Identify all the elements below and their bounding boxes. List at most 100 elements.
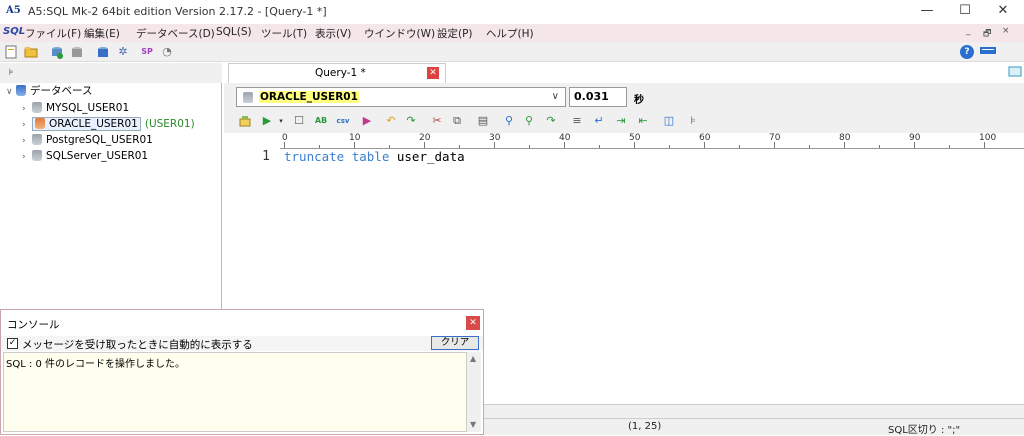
tree-root[interactable]: ∨ データベース bbox=[6, 83, 92, 99]
new-file-icon[interactable] bbox=[4, 45, 18, 59]
menu-help[interactable]: ヘルプ(H) bbox=[486, 26, 534, 41]
title-bar: A5 A5:SQL Mk-2 64bit edition Version 2.1… bbox=[0, 0, 1024, 24]
sql-identifier: user_data bbox=[389, 149, 465, 164]
console-vertical-scrollbar[interactable]: ▲ ▼ bbox=[467, 352, 481, 432]
db-connect-icon[interactable] bbox=[50, 45, 64, 59]
console-title-bar[interactable]: コンソール ✕ bbox=[1, 310, 483, 336]
column-ruler: 0 10 20 30 40 50 60 70 80 90 100 bbox=[280, 133, 1024, 149]
copy-icon[interactable]: ⧉ bbox=[450, 114, 464, 128]
mdi-restore-button[interactable]: 🗗 bbox=[983, 26, 991, 42]
auto-show-label[interactable]: メッセージを受け取ったときに自動的に表示する bbox=[22, 337, 253, 352]
cursor-position: (1, 25) bbox=[628, 421, 662, 432]
menu-edit[interactable]: 編集(E) bbox=[84, 26, 120, 41]
help-icon[interactable]: ? bbox=[960, 45, 974, 59]
window-title: A5:SQL Mk-2 64bit edition Version 2.17.2… bbox=[28, 5, 327, 18]
paste-icon[interactable]: ▤ bbox=[476, 114, 490, 128]
mdi-close-button[interactable]: × bbox=[1002, 26, 1010, 36]
outdent-icon[interactable]: ⇤ bbox=[636, 114, 650, 128]
wrap-icon[interactable]: ↵ bbox=[592, 114, 606, 128]
code-line-1[interactable]: truncate table user_data bbox=[284, 149, 465, 164]
ruler-label: 10 bbox=[349, 133, 361, 143]
menu-window[interactable]: ウインドウ(W) bbox=[364, 26, 435, 41]
expand-arrow-icon[interactable]: ∨ bbox=[6, 84, 16, 100]
console-message: SQL : 0 件のレコードを操作しました。 bbox=[6, 359, 186, 370]
db-disconnect-icon[interactable] bbox=[70, 45, 84, 59]
ruler-tick bbox=[459, 145, 460, 148]
menu-view[interactable]: 表示(V) bbox=[315, 26, 351, 41]
tree-item-postgresql[interactable]: › PostgreSQL_USER01 bbox=[22, 132, 153, 148]
stack-icon[interactable] bbox=[238, 114, 252, 128]
database-icon bbox=[32, 134, 42, 145]
mdi-minimize-button[interactable]: _ bbox=[966, 26, 971, 36]
elapsed-time-field: 0.031 bbox=[569, 87, 627, 107]
tab-close-icon[interactable]: ✕ bbox=[427, 67, 439, 79]
tree-root-label: データベース bbox=[30, 85, 93, 97]
collapse-arrow-icon[interactable]: › bbox=[22, 117, 32, 133]
sql-logo-icon: SQL bbox=[3, 26, 26, 37]
menu-settings[interactable]: 設定(P) bbox=[437, 26, 473, 41]
panel-toggle-icon[interactable] bbox=[1008, 65, 1022, 79]
tab-query-1[interactable]: Query-1 * ✕ bbox=[228, 63, 446, 83]
split-icon[interactable]: ◫ bbox=[662, 114, 676, 128]
find-next-icon[interactable]: ↷ bbox=[544, 114, 558, 128]
align-icon[interactable]: ≡ bbox=[570, 114, 584, 128]
minimize-button[interactable]: — bbox=[908, 0, 946, 24]
ruler-tick bbox=[669, 145, 670, 148]
find-replace-icon[interactable]: ⚲ bbox=[522, 114, 536, 128]
ruler-tick bbox=[599, 145, 600, 148]
ruler-tick bbox=[739, 145, 740, 148]
scroll-up-icon[interactable]: ▲ bbox=[470, 354, 476, 363]
sql-keyword: truncate table bbox=[284, 149, 390, 164]
collapse-arrow-icon[interactable]: › bbox=[22, 101, 32, 117]
stop-icon[interactable]: ☐ bbox=[292, 114, 306, 128]
scroll-down-icon[interactable]: ▼ bbox=[470, 420, 476, 429]
cut-icon[interactable]: ✂ bbox=[430, 114, 444, 128]
undo-icon[interactable]: ↶ bbox=[384, 114, 398, 128]
indent-icon[interactable]: ⇥ bbox=[614, 114, 628, 128]
run-ab-icon[interactable]: AB bbox=[314, 114, 328, 128]
gear-icon[interactable]: ✲ bbox=[116, 45, 130, 59]
console-window: コンソール ✕ ✓ メッセージを受け取ったときに自動的に表示する クリア SQL… bbox=[0, 309, 484, 435]
tree-view-icon[interactable]: ⊧ bbox=[4, 66, 18, 80]
close-button[interactable]: ✕ bbox=[984, 0, 1022, 24]
auto-show-checkbox[interactable]: ✓ bbox=[7, 338, 18, 349]
run-dropdown-icon[interactable]: ▾ bbox=[274, 114, 288, 128]
maximize-button[interactable]: ☐ bbox=[946, 0, 984, 24]
tree-item-oracle[interactable]: › ORACLE_USER01 (USER01) bbox=[22, 116, 195, 132]
ruler-tick bbox=[389, 145, 390, 148]
line-number: 1 bbox=[262, 149, 270, 164]
console-close-icon[interactable]: ✕ bbox=[466, 316, 480, 330]
connection-select[interactable]: ORACLE_USER01 ∨ bbox=[236, 87, 566, 107]
open-folder-icon[interactable] bbox=[24, 45, 38, 59]
ruler-label: 0 bbox=[282, 133, 288, 143]
run-icon[interactable]: ▶ bbox=[260, 114, 274, 128]
stored-procedure-icon[interactable]: SP bbox=[140, 45, 154, 59]
menu-sql[interactable]: SQL(S) bbox=[216, 26, 252, 38]
tab-label: Query-1 * bbox=[315, 67, 366, 79]
tree-item-label: SQLServer_USER01 bbox=[46, 150, 149, 162]
chevron-down-icon[interactable]: ∨ bbox=[552, 91, 559, 102]
menu-tools[interactable]: ツール(T) bbox=[261, 26, 307, 41]
run-step-icon[interactable]: ▶ bbox=[360, 114, 374, 128]
clock-icon[interactable]: ◔ bbox=[160, 45, 174, 59]
keyboard-icon[interactable] bbox=[980, 45, 996, 59]
ruler-tick bbox=[529, 145, 530, 148]
tree-format-icon[interactable]: ⊧ bbox=[686, 114, 700, 128]
tree-item-label: MYSQL_USER01 bbox=[46, 102, 130, 114]
export-csv-icon[interactable]: csv bbox=[336, 114, 350, 128]
redo-icon[interactable]: ↷ bbox=[404, 114, 418, 128]
ruler-label: 30 bbox=[489, 133, 501, 143]
db-refresh-icon[interactable] bbox=[96, 45, 110, 59]
clear-button[interactable]: クリア bbox=[431, 336, 479, 350]
tree-item-user-suffix: (USER01) bbox=[144, 118, 195, 130]
tree-item-sqlserver[interactable]: › SQLServer_USER01 bbox=[22, 148, 148, 164]
tree-item-mysql[interactable]: › MYSQL_USER01 bbox=[22, 100, 129, 116]
menu-database[interactable]: データベース(D) bbox=[136, 26, 215, 41]
console-output[interactable]: SQL : 0 件のレコードを操作しました。 bbox=[3, 352, 467, 432]
search-icon[interactable]: ⚲ bbox=[502, 114, 516, 128]
console-options: ✓ メッセージを受け取ったときに自動的に表示する クリア bbox=[1, 336, 483, 351]
menu-file[interactable]: ファイル(F) bbox=[25, 26, 81, 41]
collapse-arrow-icon[interactable]: › bbox=[22, 133, 32, 149]
collapse-arrow-icon[interactable]: › bbox=[22, 149, 32, 165]
connection-value: ORACLE_USER01 bbox=[259, 91, 359, 103]
